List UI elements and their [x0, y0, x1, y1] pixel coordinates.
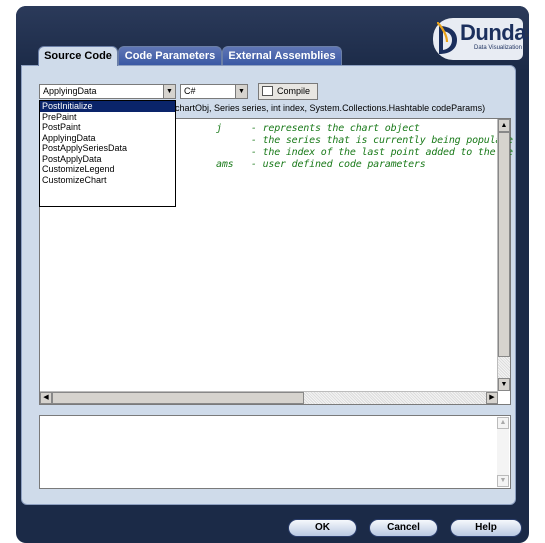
vertical-scrollbar[interactable]: ▲ ▼ — [497, 119, 510, 391]
scroll-track[interactable] — [304, 392, 486, 404]
dropdown-item[interactable]: PostApplySeriesData — [40, 143, 175, 154]
compile-output[interactable]: ▲ ▼ — [39, 415, 511, 489]
scroll-track[interactable] — [498, 357, 510, 378]
dropdown-item[interactable]: CustomizeChart — [40, 175, 175, 186]
scroll-down-icon[interactable]: ▼ — [498, 378, 510, 391]
scroll-thumb[interactable] — [52, 392, 304, 404]
scroll-up-icon[interactable]: ▲ — [498, 119, 510, 132]
scroll-right-icon[interactable]: ▶ — [486, 392, 498, 404]
logo-tagline: Data Visualization — [474, 45, 522, 51]
ok-button[interactable]: OK — [288, 519, 357, 537]
code-line: - the series that is currently being pop… — [216, 135, 513, 146]
scroll-thumb[interactable] — [498, 132, 510, 357]
scroll-left-icon[interactable]: ◀ — [40, 392, 52, 404]
event-dropdown-list[interactable]: PostInitialize PrePaint PostPaint Applyi… — [39, 100, 176, 207]
dropdown-item[interactable]: PostInitialize — [40, 101, 175, 112]
scroll-up-icon[interactable]: ▲ — [497, 417, 509, 429]
help-button[interactable]: Help — [450, 519, 522, 537]
dropdown-item[interactable]: PrePaint — [40, 112, 175, 123]
chevron-down-icon[interactable]: ▼ — [163, 85, 175, 98]
vertical-scrollbar[interactable]: ▲ ▼ — [497, 417, 509, 487]
chevron-down-icon[interactable]: ▼ — [235, 85, 247, 98]
tab-source-code[interactable]: Source Code — [38, 46, 118, 66]
code-line: - the index of the last point added to t… — [216, 147, 513, 158]
compile-button[interactable]: Compile — [258, 83, 318, 100]
dropdown-item[interactable]: PostPaint — [40, 122, 175, 133]
method-signature: chartObj, Series series, int index, Syst… — [175, 103, 486, 113]
tab-code-parameters[interactable]: Code Parameters — [118, 46, 222, 65]
language-select[interactable]: C# ▼ — [180, 84, 248, 99]
event-select[interactable]: ApplyingData ▼ — [39, 84, 176, 99]
horizontal-scrollbar[interactable]: ◀ ▶ — [40, 391, 498, 404]
dropdown-item[interactable]: PostApplyData — [40, 154, 175, 165]
dropdown-item[interactable]: ApplyingData — [40, 133, 175, 144]
language-select-value: C# — [184, 86, 196, 96]
scroll-down-icon[interactable]: ▼ — [497, 475, 509, 487]
code-line: j - represents the chart object — [216, 123, 420, 134]
event-select-value: ApplyingData — [43, 86, 97, 96]
dundas-d-icon — [437, 22, 457, 54]
cancel-button[interactable]: Cancel — [369, 519, 438, 537]
code-line: ams - user defined code parameters — [216, 159, 426, 170]
compile-icon — [262, 86, 273, 96]
compile-label: Compile — [277, 86, 311, 96]
tab-external-assemblies[interactable]: External Assemblies — [222, 46, 342, 65]
dropdown-item[interactable]: CustomizeLegend — [40, 164, 175, 175]
logo-wordmark: Dundas — [460, 20, 529, 45]
dundas-logo: Dundas Data Visualization — [433, 18, 529, 60]
